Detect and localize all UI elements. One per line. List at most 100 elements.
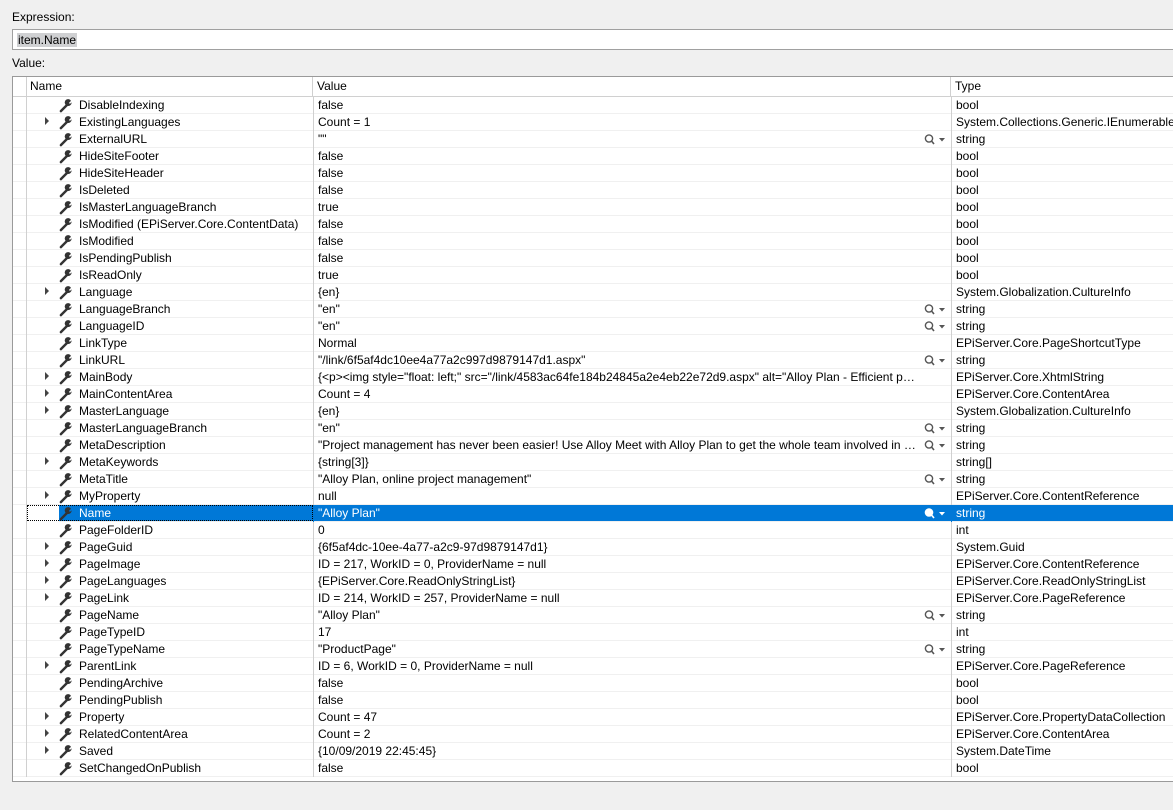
table-row[interactable]: MainBody {<p><img style="float: left;" sr… <box>13 369 1173 386</box>
row-value[interactable]: ID = 217, WorkID = 0, ProviderName = nul… <box>313 556 951 573</box>
expand-arrow-icon[interactable] <box>45 729 49 737</box>
text-visualizer-icon[interactable] <box>923 303 947 316</box>
row-value[interactable]: false <box>313 165 951 182</box>
expand-arrow-icon[interactable] <box>45 559 49 567</box>
table-row[interactable]: IsDeleted false bool <box>13 182 1173 199</box>
row-value[interactable]: false <box>313 233 951 250</box>
row-value[interactable]: {en} <box>313 284 951 301</box>
text-visualizer-icon[interactable] <box>923 422 947 435</box>
table-row[interactable]: PendingPublish false bool <box>13 692 1173 709</box>
text-visualizer-icon[interactable] <box>923 609 947 622</box>
text-visualizer-icon[interactable] <box>923 354 947 367</box>
table-row[interactable]: PageTypeID 17 int <box>13 624 1173 641</box>
row-value[interactable]: true <box>313 199 951 216</box>
row-value[interactable]: Normal <box>313 335 951 352</box>
row-value[interactable]: Count = 47 <box>313 709 951 726</box>
row-value[interactable]: "en" <box>313 318 951 335</box>
row-value[interactable]: {10/09/2019 22:45:45} <box>313 743 951 760</box>
row-value[interactable]: "/link/6f5af4dc10ee4a77a2c997d9879147d1.… <box>313 352 951 369</box>
table-row[interactable]: PageFolderID 0 int <box>13 522 1173 539</box>
row-value[interactable]: Count = 2 <box>313 726 951 743</box>
expand-arrow-icon[interactable] <box>45 372 49 380</box>
row-value[interactable]: "Alloy Plan" <box>313 607 951 624</box>
row-value[interactable]: false <box>313 148 951 165</box>
expand-arrow-icon[interactable] <box>45 389 49 397</box>
text-visualizer-icon[interactable] <box>923 507 947 520</box>
table-row[interactable]: ExternalURL "" string <box>13 131 1173 148</box>
table-row[interactable]: IsMasterLanguageBranch true bool <box>13 199 1173 216</box>
row-value[interactable]: "" <box>313 131 951 148</box>
watch-grid[interactable]: Name Value Type DisableIndexing false bool… <box>12 76 1173 782</box>
table-row[interactable]: DisableIndexing false bool <box>13 97 1173 114</box>
expand-arrow-icon[interactable] <box>45 406 49 414</box>
row-value[interactable]: 17 <box>313 624 951 641</box>
row-value[interactable]: false <box>313 250 951 267</box>
row-value[interactable]: false <box>313 216 951 233</box>
expand-arrow-icon[interactable] <box>45 746 49 754</box>
table-row[interactable]: PageImage ID = 217, WorkID = 0, ProviderN… <box>13 556 1173 573</box>
row-value[interactable]: "Project management has never been easie… <box>313 437 951 454</box>
column-header-value[interactable]: Value <box>313 77 951 96</box>
table-row[interactable]: MyProperty null EPiServer.Core.ContentRefe… <box>13 488 1173 505</box>
table-row[interactable]: Saved {10/09/2019 22:45:45} System.DateTim… <box>13 743 1173 760</box>
row-value[interactable]: {en} <box>313 403 951 420</box>
table-row[interactable]: Name "Alloy Plan" string <box>13 505 1173 522</box>
expand-arrow-icon[interactable] <box>45 491 49 499</box>
table-row[interactable]: IsModified false bool <box>13 233 1173 250</box>
expand-arrow-icon[interactable] <box>45 661 49 669</box>
row-value[interactable]: false <box>313 675 951 692</box>
text-visualizer-icon[interactable] <box>923 320 947 333</box>
row-value[interactable]: {<p><img style="float: left;" src="/link… <box>313 369 951 386</box>
expand-arrow-icon[interactable] <box>45 576 49 584</box>
expression-input[interactable]: item.Name <box>12 29 1173 50</box>
table-row[interactable]: LinkType Normal EPiServer.Core.PageShortcu… <box>13 335 1173 352</box>
text-visualizer-icon[interactable] <box>923 133 947 146</box>
column-header-type[interactable]: Type <box>951 77 1173 96</box>
row-value[interactable]: "en" <box>313 420 951 437</box>
table-row[interactable]: IsModified (EPiServer.Core.ContentData) f… <box>13 216 1173 233</box>
expand-arrow-icon[interactable] <box>45 287 49 295</box>
table-row[interactable]: PageGuid {6f5af4dc-10ee-4a77-a2c9-97d9879… <box>13 539 1173 556</box>
table-row[interactable]: MainContentArea Count = 4 EPiServer.Core.C… <box>13 386 1173 403</box>
row-value[interactable]: {string[3]} <box>313 454 951 471</box>
row-value[interactable]: false <box>313 692 951 709</box>
row-value[interactable]: false <box>313 760 951 777</box>
text-visualizer-icon[interactable] <box>923 473 947 486</box>
table-row[interactable]: IsReadOnly true bool <box>13 267 1173 284</box>
table-row[interactable]: ExistingLanguages Count = 1 System.Collect… <box>13 114 1173 131</box>
table-row[interactable]: LinkURL "/link/6f5af4dc10ee4a77a2c997d987… <box>13 352 1173 369</box>
table-row[interactable]: SetChangedOnPublish false bool <box>13 760 1173 777</box>
table-row[interactable]: PageName "Alloy Plan" string <box>13 607 1173 624</box>
row-value[interactable]: Count = 1 <box>313 114 951 131</box>
table-row[interactable]: MetaTitle "Alloy Plan, online project man… <box>13 471 1173 488</box>
table-row[interactable]: MasterLanguageBranch "en" string <box>13 420 1173 437</box>
row-value[interactable]: false <box>313 182 951 199</box>
row-value[interactable]: false <box>313 97 951 114</box>
expand-arrow-icon[interactable] <box>45 712 49 720</box>
row-value[interactable]: "ProductPage" <box>313 641 951 658</box>
table-row[interactable]: PageTypeName "ProductPage" string <box>13 641 1173 658</box>
text-visualizer-icon[interactable] <box>923 643 947 656</box>
text-visualizer-icon[interactable] <box>923 439 947 452</box>
row-value[interactable]: null <box>313 488 951 505</box>
table-row[interactable]: Language {en} System.Globalization.Culture… <box>13 284 1173 301</box>
row-value[interactable]: 0 <box>313 522 951 539</box>
row-value[interactable]: "en" <box>313 301 951 318</box>
expand-arrow-icon[interactable] <box>45 542 49 550</box>
table-row[interactable]: ParentLink ID = 6, WorkID = 0, ProviderNa… <box>13 658 1173 675</box>
table-row[interactable]: PageLink ID = 214, WorkID = 257, Provider… <box>13 590 1173 607</box>
table-row[interactable]: IsPendingPublish false bool <box>13 250 1173 267</box>
table-row[interactable]: Property Count = 47 EPiServer.Core.Propert… <box>13 709 1173 726</box>
table-row[interactable]: RelatedContentArea Count = 2 EPiServer.Cor… <box>13 726 1173 743</box>
expand-arrow-icon[interactable] <box>45 117 49 125</box>
table-row[interactable]: MetaDescription "Project management has n… <box>13 437 1173 454</box>
table-row[interactable]: PendingArchive false bool <box>13 675 1173 692</box>
table-row[interactable]: LanguageID "en" string <box>13 318 1173 335</box>
row-value[interactable]: "Alloy Plan, online project management" <box>313 471 951 488</box>
row-value[interactable]: {EPiServer.Core.ReadOnlyStringList} <box>313 573 951 590</box>
row-value[interactable]: Count = 4 <box>313 386 951 403</box>
table-row[interactable]: HideSiteFooter false bool <box>13 148 1173 165</box>
table-row[interactable]: LanguageBranch "en" string <box>13 301 1173 318</box>
row-value[interactable]: "Alloy Plan" <box>313 505 951 522</box>
row-value[interactable]: ID = 214, WorkID = 257, ProviderName = n… <box>313 590 951 607</box>
